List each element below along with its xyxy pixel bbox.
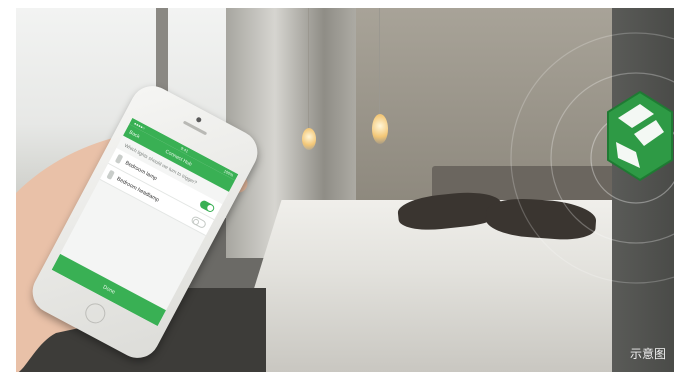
lamp-icon — [106, 169, 115, 180]
photo-frame: ●●●●○ 9:41 100% Back Connect Hub Which l… — [16, 8, 674, 372]
hexagon-logo-icon — [607, 90, 673, 182]
back-button[interactable]: Back — [128, 129, 141, 140]
home-button[interactable] — [81, 299, 109, 327]
device-toggle[interactable] — [198, 198, 216, 213]
done-button[interactable]: Done — [51, 253, 167, 327]
front-camera — [195, 116, 203, 124]
pendant-lamp — [372, 114, 388, 144]
pendant-lamp — [302, 128, 316, 150]
earpiece — [182, 120, 208, 136]
caption: 示意图 — [629, 347, 666, 361]
lamp-cord — [308, 8, 309, 128]
device-toggle[interactable] — [190, 214, 208, 229]
lamp-icon — [114, 153, 124, 165]
lamp-cord — [379, 8, 380, 114]
